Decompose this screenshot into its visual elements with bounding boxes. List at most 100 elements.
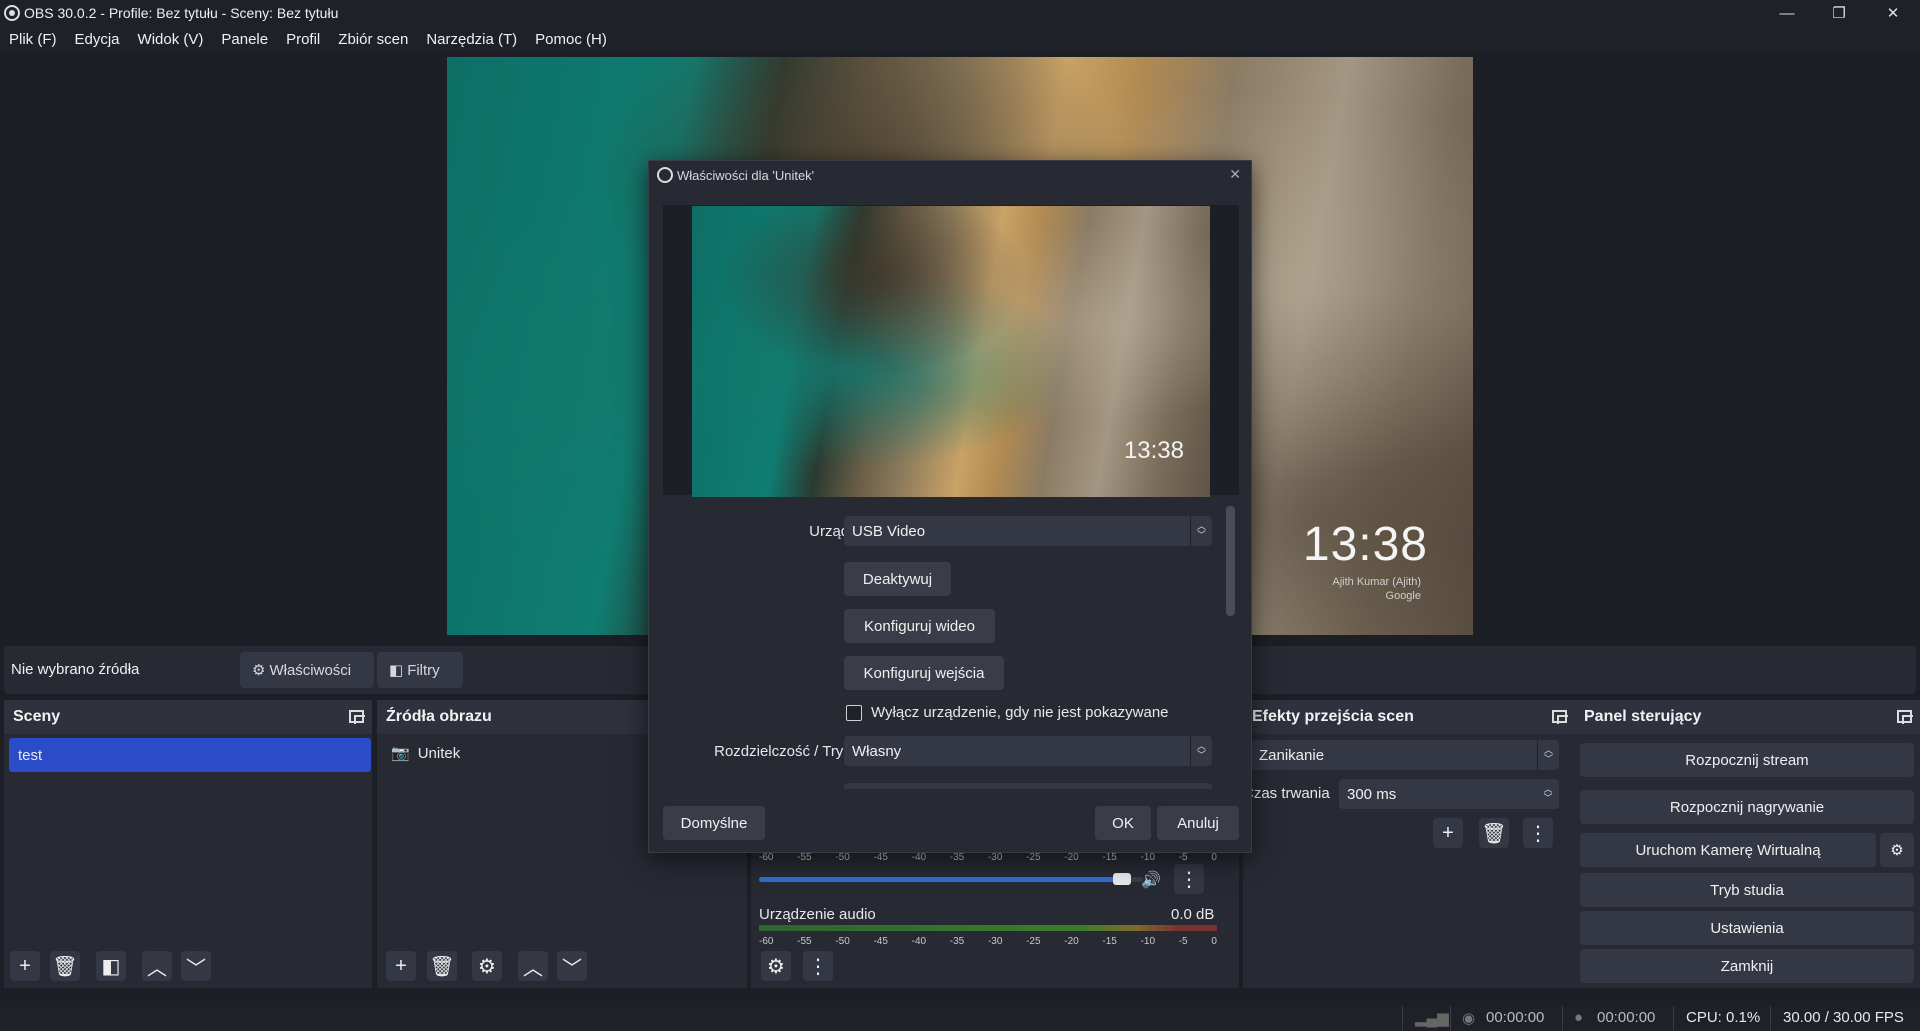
plus-icon: + xyxy=(1442,821,1454,844)
mixer-channel-menu-button[interactable]: ⋮ xyxy=(1174,864,1204,894)
remove-scene-button[interactable]: 🗑 xyxy=(50,951,80,981)
status-separator xyxy=(1402,1006,1403,1031)
resolution-fps-select[interactable]: Własny ︿ ﹀ xyxy=(844,736,1212,766)
scale-tick: -10 xyxy=(1140,852,1156,863)
menu-help[interactable]: Pomoc (H) xyxy=(535,31,607,48)
duration-spinbox[interactable]: 300 ms ︿ ﹀ xyxy=(1339,779,1559,809)
undock-icon[interactable] xyxy=(349,710,365,724)
trash-icon: 🗑 xyxy=(52,955,78,978)
move-source-down-button[interactable]: ﹀ xyxy=(557,951,587,981)
start-recording-button[interactable]: Rozpocznij nagrywanie xyxy=(1580,790,1914,824)
disable-when-hidden-label: Wyłącz urządzenie, gdy nie jest pokazywa… xyxy=(871,704,1169,721)
scale-tick: -50 xyxy=(835,852,850,863)
menu-view[interactable]: Widok (V) xyxy=(138,31,204,48)
virtual-camera-settings-button[interactable]: ⚙ xyxy=(1880,833,1914,867)
configure-input-button[interactable]: Konfiguruj wejścia xyxy=(844,656,1004,690)
dialog-title-bar: Właściwości dla 'Unitek' ✕ xyxy=(649,161,1251,189)
preview-credit-source: Google xyxy=(1385,590,1421,602)
studio-mode-button[interactable]: Tryb studia xyxy=(1580,873,1914,907)
stream-time: 00:00:00 xyxy=(1486,1009,1545,1026)
source-item[interactable]: 📷 Unitek xyxy=(391,744,460,763)
settings-button[interactable]: Ustawienia xyxy=(1580,911,1914,945)
transitions-dock: Efekty przejścia scen Zanikanie ︿ ﹀ Czas … xyxy=(1243,700,1575,988)
trash-icon: 🗑 xyxy=(1481,822,1507,845)
scale-tick: -35 xyxy=(949,852,965,863)
move-source-up-button[interactable]: ︿ xyxy=(518,951,548,981)
mixer-scale-bottom: -60 -55 -50 -45 -40 -35 -30 -25 -20 -15 … xyxy=(759,936,1217,947)
menu-bar: Plik (F) Edycja Widok (V) Panele Profil … xyxy=(0,26,1920,52)
remove-source-button[interactable]: 🗑 xyxy=(427,951,457,981)
ok-button[interactable]: OK xyxy=(1095,806,1151,840)
plus-icon: + xyxy=(395,954,407,977)
scale-tick: -45 xyxy=(873,936,888,947)
menu-scene-collection[interactable]: Zbiór scen xyxy=(338,31,408,48)
virtual-camera-button[interactable]: Uruchom Kamerę Wirtualną xyxy=(1580,833,1876,867)
scale-tick: -60 xyxy=(759,936,774,947)
transition-menu-button[interactable]: ⋮ xyxy=(1523,818,1553,848)
disable-when-hidden-checkbox[interactable] xyxy=(846,705,862,721)
scale-tick: -40 xyxy=(911,936,927,947)
menu-edit[interactable]: Edycja xyxy=(75,31,120,48)
chevron-down-icon: ﹀ xyxy=(562,957,582,980)
speaker-icon[interactable]: 🔊 xyxy=(1141,870,1161,890)
menu-docks[interactable]: Panele xyxy=(221,31,268,48)
menu-tools[interactable]: Narzędzia (T) xyxy=(426,31,517,48)
scale-tick: -30 xyxy=(987,936,1003,947)
audio-channel-level: 0.0 dB xyxy=(1171,906,1215,923)
add-transition-button[interactable]: + xyxy=(1433,818,1463,848)
start-stream-button[interactable]: Rozpocznij stream xyxy=(1580,743,1914,777)
sources-title: Źródła obrazu xyxy=(386,708,492,725)
close-button[interactable]: ✕ xyxy=(1867,0,1919,26)
scale-tick: 0 xyxy=(1211,852,1217,863)
configure-video-button[interactable]: Konfiguruj wideo xyxy=(844,609,995,643)
scale-tick: -10 xyxy=(1140,936,1156,947)
obs-logo-icon xyxy=(657,167,673,183)
cpu-usage: CPU: 0.1% xyxy=(1686,1009,1761,1026)
maximize-button[interactable]: ❐ xyxy=(1813,0,1865,26)
defaults-button[interactable]: Domyślne xyxy=(663,806,765,840)
scale-tick: -60 xyxy=(759,852,774,863)
undock-icon[interactable] xyxy=(1552,710,1568,724)
scenes-dock: Sceny test + 🗑 ◧ ︿ ﹀ xyxy=(4,700,372,988)
device-select[interactable]: USB Video ︿ ﹀ xyxy=(844,516,1212,546)
source-properties-button[interactable]: ⚙ xyxy=(472,951,502,981)
move-scene-down-button[interactable]: ﹀ xyxy=(181,951,211,981)
deactivate-button[interactable]: Deaktywuj xyxy=(844,562,951,596)
scene-item[interactable]: test xyxy=(9,738,371,772)
filters-button[interactable]: ◧ Filtry xyxy=(377,652,463,688)
properties-button[interactable]: ⚙ Właściwości xyxy=(240,652,374,688)
scale-tick: -20 xyxy=(1064,852,1079,863)
scenes-title: Sceny xyxy=(13,708,61,725)
updown-arrows-icon: ︿ ﹀ xyxy=(1190,516,1212,546)
cancel-button[interactable]: Anuluj xyxy=(1157,806,1239,840)
advanced-audio-button[interactable]: ⚙ xyxy=(761,951,791,981)
signal-bars-icon: ▂▄▆ xyxy=(1415,1010,1449,1027)
menu-profile[interactable]: Profil xyxy=(286,31,320,48)
dialog-scrollbar[interactable] xyxy=(1226,506,1235,616)
volume-slider-track[interactable] xyxy=(759,877,1143,882)
scale-tick: -25 xyxy=(1026,936,1041,947)
scene-filters-button[interactable]: ◧ xyxy=(96,951,126,981)
audio-meter xyxy=(759,925,1217,931)
dialog-close-icon[interactable]: ✕ xyxy=(1229,166,1241,183)
volume-slider-handle[interactable] xyxy=(1113,873,1132,885)
minimize-button[interactable]: — xyxy=(1761,0,1813,26)
scale-tick: -35 xyxy=(949,936,965,947)
add-source-button[interactable]: + xyxy=(386,951,416,981)
exit-button[interactable]: Zamknij xyxy=(1580,949,1914,983)
remove-transition-button[interactable]: 🗑 xyxy=(1479,818,1509,848)
add-scene-button[interactable]: + xyxy=(10,951,40,981)
status-separator xyxy=(1673,1006,1674,1031)
undock-icon[interactable] xyxy=(1897,710,1913,724)
plus-icon: + xyxy=(19,954,31,977)
menu-file[interactable]: Plik (F) xyxy=(9,31,57,48)
dialog-footer: Domyślne OK Anuluj xyxy=(649,794,1251,852)
scale-tick: -55 xyxy=(797,852,812,863)
no-source-label: Nie wybrano źródła xyxy=(11,661,140,678)
dialog-preview-image: 13:38 xyxy=(692,206,1210,497)
transition-select[interactable]: Zanikanie ︿ ﹀ xyxy=(1251,740,1559,770)
move-scene-up-button[interactable]: ︿ xyxy=(142,951,172,981)
duration-label: Czas trwania xyxy=(1243,785,1330,802)
properties-label: Właściwości xyxy=(269,661,352,679)
mixer-menu-button[interactable]: ⋮ xyxy=(803,951,833,981)
